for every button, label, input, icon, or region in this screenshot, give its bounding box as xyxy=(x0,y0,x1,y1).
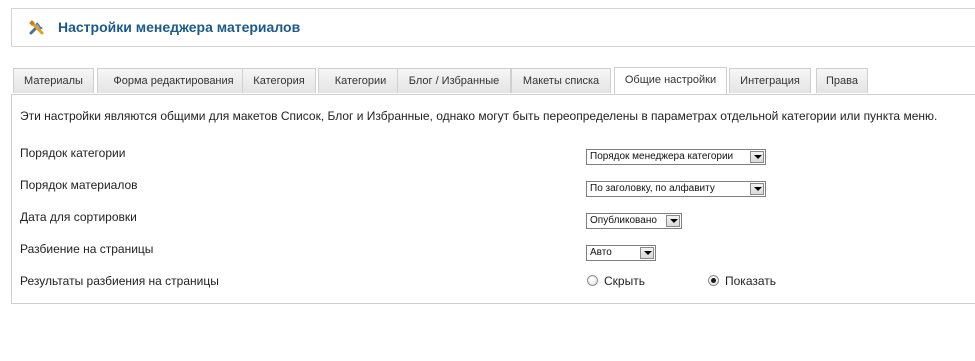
article-order-select[interactable]: По заголовку, по алфавиту xyxy=(586,181,766,197)
sort-date-select[interactable]: Опубликовано xyxy=(586,213,682,229)
tab-category[interactable]: Категория xyxy=(242,68,316,93)
category-order-value: Порядок менеджера категории xyxy=(590,151,734,162)
chevron-down-icon[interactable] xyxy=(666,215,680,227)
pagination-label: Разбиение на страницы xyxy=(20,242,154,256)
tab-permissions[interactable]: Права xyxy=(816,68,868,93)
article-order-value: По заголовку, по алфавиту xyxy=(590,183,715,194)
chevron-down-icon[interactable] xyxy=(750,151,764,163)
panel-description: Эти настройки являются общими для макето… xyxy=(20,109,938,123)
radio-show-button[interactable] xyxy=(708,275,719,286)
radio-hide-label[interactable]: Скрыть xyxy=(604,274,645,288)
chevron-down-icon[interactable] xyxy=(750,183,764,195)
tab-blog-featured[interactable]: Блог / Избранные xyxy=(397,68,511,93)
tab-articles[interactable]: Материалы xyxy=(13,68,94,93)
tab-integration[interactable]: Интеграция xyxy=(729,68,811,93)
article-order-label: Порядок материалов xyxy=(20,178,138,192)
pagination-select[interactable]: Авто xyxy=(586,245,656,261)
tab-categories[interactable]: Категории xyxy=(318,68,403,93)
page-title: Настройки менеджера материалов xyxy=(58,19,301,35)
tab-list-layouts[interactable]: Макеты списка xyxy=(511,68,611,93)
chevron-down-icon[interactable] xyxy=(640,247,654,259)
page-header: Настройки менеджера материалов xyxy=(11,8,975,47)
sort-date-value: Опубликовано xyxy=(590,215,657,226)
radio-hide-button[interactable] xyxy=(587,275,598,286)
pagination-results-label: Результаты разбиения на страницы xyxy=(20,274,219,288)
tab-shared[interactable]: Общие настройки xyxy=(614,67,727,94)
tab-edit-form[interactable]: Форма редактирования xyxy=(97,68,250,93)
radio-show-label[interactable]: Показать xyxy=(725,274,776,288)
pagination-value: Авто xyxy=(590,247,612,258)
category-order-select[interactable]: Порядок менеджера категории xyxy=(586,149,766,165)
tools-icon xyxy=(29,20,44,35)
category-order-label: Порядок категории xyxy=(20,146,126,160)
settings-panel xyxy=(11,94,975,304)
sort-date-label: Дата для сортировки xyxy=(20,210,137,224)
